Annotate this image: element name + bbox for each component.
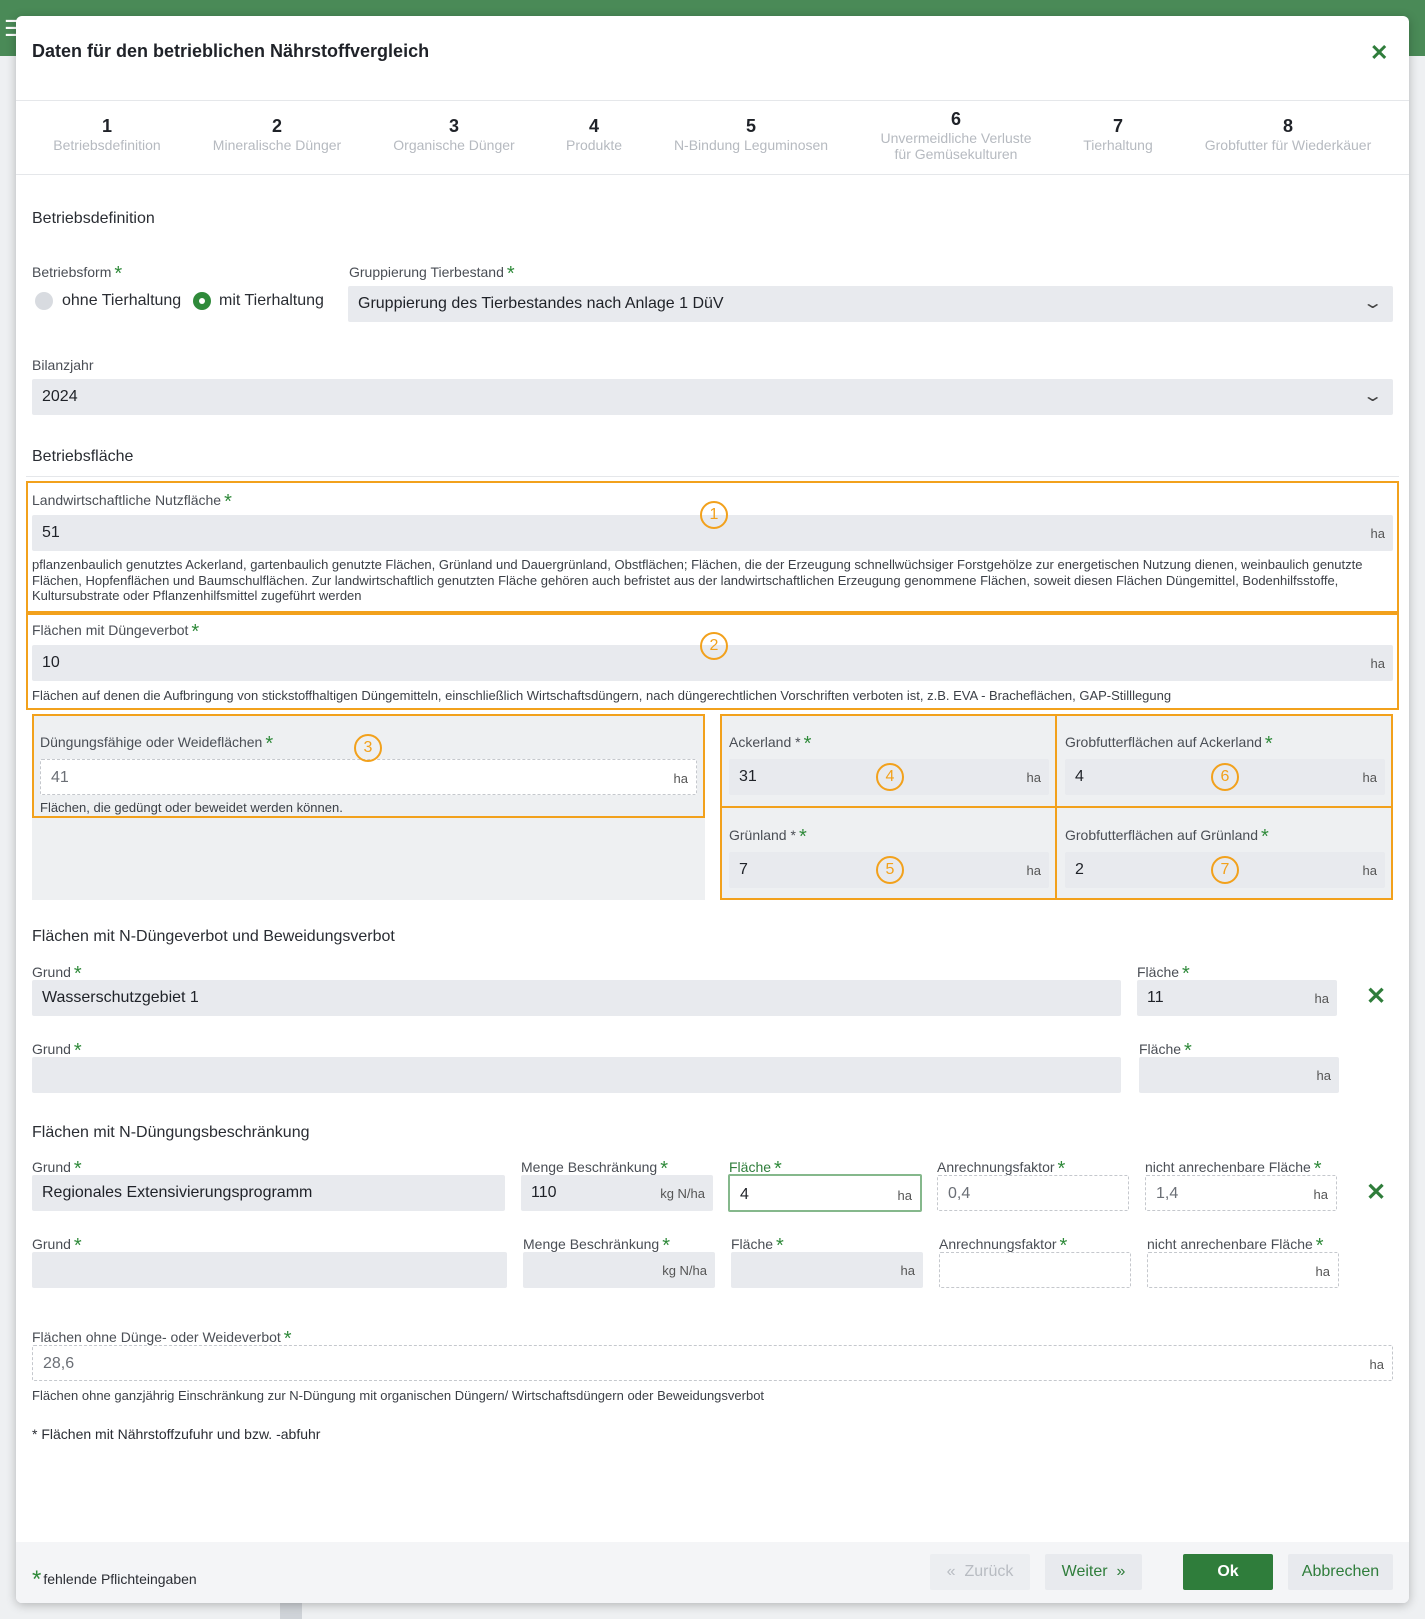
delete-row-icon[interactable]: ✕ <box>1366 1178 1386 1207</box>
section-betriebsdefinition: Betriebsdefinition <box>32 210 155 227</box>
bilanzjahr-select[interactable]: 2024 ⌄ <box>32 379 1393 415</box>
grund-label: Grund * <box>32 1158 82 1180</box>
radio-mit-tierhaltung[interactable] <box>193 292 211 310</box>
nicht-label: nicht anrechenbare Fläche * <box>1145 1158 1322 1180</box>
verbot-grund-input-2[interactable] <box>32 1057 1121 1093</box>
divider <box>26 476 1399 477</box>
faktor-label: Anrechnungsfaktor * <box>937 1158 1066 1180</box>
grund-label: Grund * <box>32 1235 82 1257</box>
verbot-flaeche-input-1[interactable]: 11 ha <box>1137 980 1337 1016</box>
ohne-label: Flächen ohne Dünge- oder Weideverbot * <box>32 1328 292 1350</box>
df-input: 41 ha <box>40 759 697 795</box>
beschr-nicht-input-2: ha <box>1147 1252 1339 1288</box>
beschr-grund-input-1[interactable]: Regionales Extensivierungsprogramm <box>32 1175 505 1211</box>
nicht-label: nicht anrechenbare Fläche * <box>1147 1235 1324 1257</box>
gruppierung-label: Gruppierung Tierbestand * <box>349 263 515 285</box>
radio-mit-label[interactable]: mit Tierhaltung <box>219 292 324 310</box>
section-verbot: Flächen mit N-Düngeverbot und Beweidungs… <box>32 928 395 945</box>
section-beschraenkung: Flächen mit N-Düngungsbeschränkung <box>32 1124 310 1141</box>
chevron-down-icon: ⌄ <box>1361 295 1384 312</box>
verbot-flaeche-input-2[interactable]: ha <box>1139 1057 1339 1093</box>
flaeche-label: Fläche * <box>731 1235 784 1257</box>
cancel-button[interactable]: Abbrechen <box>1288 1554 1393 1590</box>
radio-ohne-label[interactable]: ohne Tierhaltung <box>62 292 181 310</box>
step-1[interactable]: 1 Betriebsdefinition <box>53 116 160 153</box>
marker-1: 1 <box>700 501 728 529</box>
step-4[interactable]: 4 Produkte <box>566 116 622 153</box>
marker-2: 2 <box>700 632 728 660</box>
menge-label: Menge Beschränkung * <box>523 1235 670 1257</box>
beschr-flaeche-input-1[interactable]: 4 ha <box>728 1174 922 1212</box>
beschr-faktor-input-2 <box>939 1252 1131 1288</box>
df-label: Düngungsfähige oder Weideflächen * <box>40 733 274 755</box>
step-8[interactable]: 8 Grobfutter für Wiederkäuer <box>1205 116 1372 153</box>
flaeche-label: Fläche * <box>1139 1040 1192 1062</box>
dialog-title: Daten für den betrieblichen Nährstoffver… <box>32 41 430 61</box>
marker-7: 7 <box>1211 856 1239 884</box>
grund-label: Grund * <box>32 1040 82 1062</box>
gruen-label: Grünland * * <box>729 826 807 848</box>
marker-4: 4 <box>876 763 904 791</box>
dv-help: Flächen auf denen die Aufbringung von st… <box>32 688 1172 703</box>
flaeche-label: Fläche * <box>729 1158 782 1180</box>
ohne-input: 28,6 ha <box>32 1345 1393 1381</box>
step-7[interactable]: 7 Tierhaltung <box>1083 116 1153 153</box>
beschr-menge-input-2[interactable]: kg N/ha <box>523 1252 715 1288</box>
missing-note: * fehlende Pflichteingaben <box>32 1566 197 1593</box>
delete-row-icon[interactable]: ✕ <box>1366 982 1386 1011</box>
menge-label: Menge Beschränkung * <box>521 1158 668 1180</box>
chevron-down-icon: ⌄ <box>1361 388 1384 405</box>
marker-3: 3 <box>354 734 382 762</box>
dv-label: Flächen mit Düngeverbot * <box>32 621 200 643</box>
gfa-label: Grobfutterflächen auf Ackerland * <box>1065 733 1273 755</box>
required-marker: * <box>114 263 123 285</box>
panel-background <box>32 818 705 900</box>
df-help: Flächen, die gedüngt oder beweidet werde… <box>40 800 343 815</box>
step-6[interactable]: 6 Unvermeidliche Verluste für Gemüsekultur… <box>881 109 1032 162</box>
faktor-label: Anrechnungsfaktor * <box>939 1235 1068 1257</box>
ok-button[interactable]: Ok <box>1183 1554 1273 1590</box>
gfg-label: Grobfutterflächen auf Grünland * <box>1065 826 1269 848</box>
gruppierung-select[interactable]: Gruppierung des Tierbestandes nach Anlag… <box>348 286 1393 322</box>
lnf-help: pflanzenbaulich genutztes Ackerland, gar… <box>32 557 1363 603</box>
beschr-faktor-input-1: 0,4 <box>937 1175 1129 1211</box>
flaeche-label: Fläche * <box>1137 963 1190 985</box>
beschr-menge-input-1[interactable]: 110 kg N/ha <box>521 1175 713 1211</box>
divider <box>16 100 1409 101</box>
beschr-nicht-input-1: 1,4 ha <box>1145 1175 1337 1211</box>
lnf-label: Landwirtschaftliche Nutzfläche * <box>32 491 232 513</box>
divider <box>16 174 1409 175</box>
chevrons-left-icon: « <box>946 1563 956 1580</box>
beschr-grund-input-2[interactable] <box>32 1252 507 1288</box>
required-marker: * <box>506 263 515 285</box>
nutrient-dialog: Daten für den betrieblichen Nährstoffver… <box>16 16 1409 1603</box>
radio-ohne-tierhaltung[interactable] <box>35 292 53 310</box>
betriebsform-label: Betriebsform * <box>32 263 123 285</box>
step-3[interactable]: 3 Organische Dünger <box>393 116 514 153</box>
chevrons-right-icon: » <box>1116 1563 1126 1580</box>
marker-5: 5 <box>876 856 904 884</box>
beschr-flaeche-input-2[interactable]: ha <box>731 1252 923 1288</box>
verbot-grund-input-1[interactable]: Wasserschutzgebiet 1 <box>32 980 1121 1016</box>
footnote: * Flächen mit Nährstoffzufuhr und bzw. -… <box>32 1426 321 1442</box>
bilanzjahr-label: Bilanzjahr <box>32 357 94 373</box>
back-button[interactable]: « Zurück <box>930 1554 1030 1590</box>
close-icon[interactable]: ✕ <box>1370 40 1388 66</box>
step-2[interactable]: 2 Mineralische Dünger <box>213 116 341 153</box>
section-betriebsflaeche: Betriebsfläche <box>32 448 134 465</box>
marker-6: 6 <box>1211 763 1239 791</box>
step-5[interactable]: 5 N-Bindung Leguminosen <box>674 116 828 153</box>
next-button[interactable]: Weiter » <box>1045 1554 1142 1590</box>
ohne-help: Flächen ohne ganzjährig Einschränkung zu… <box>32 1388 765 1403</box>
acker-label: Ackerland * * <box>729 733 812 755</box>
grund-label: Grund * <box>32 963 82 985</box>
